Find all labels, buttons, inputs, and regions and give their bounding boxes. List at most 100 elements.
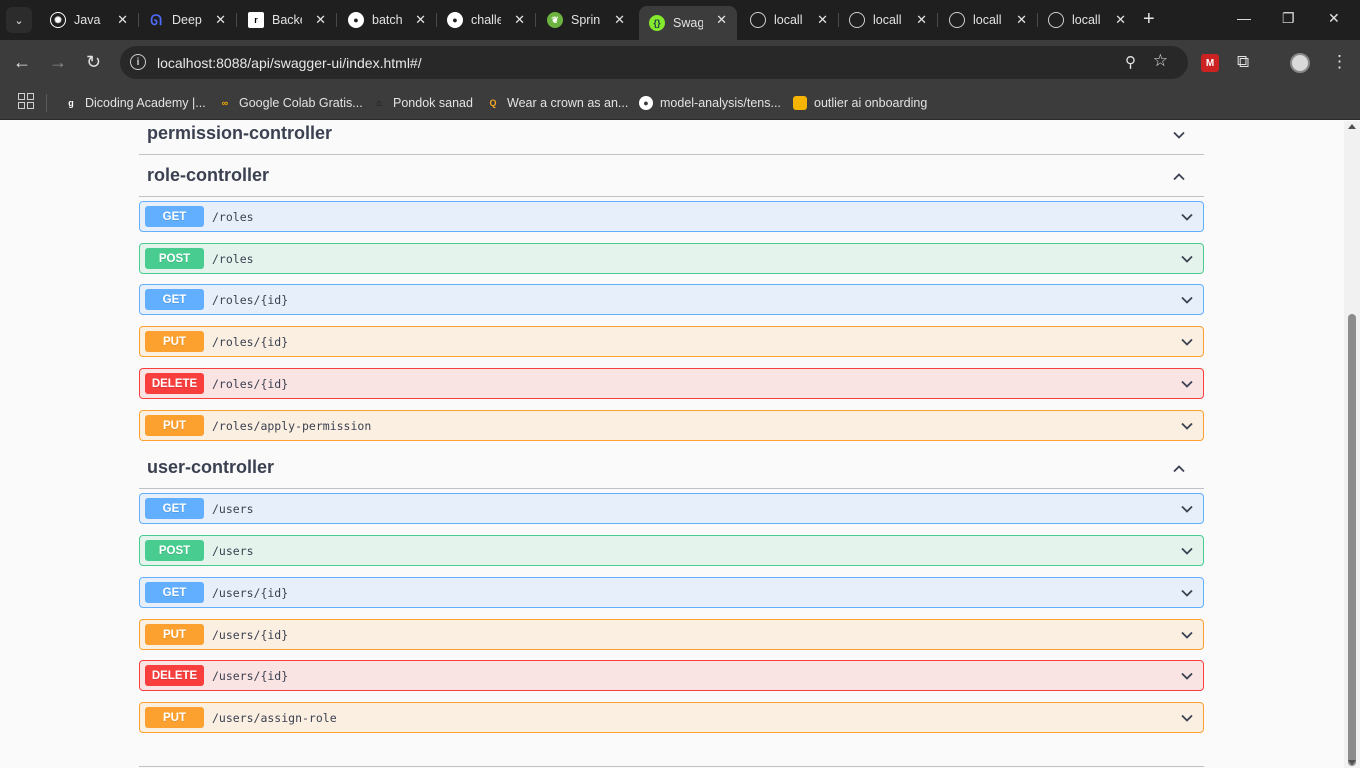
operation-put-role-by-id[interactable]: PUT /roles/{id} [139, 326, 1204, 357]
github-icon: ● [447, 12, 463, 28]
tab-close-icon[interactable]: ✕ [415, 12, 426, 28]
scroll-down-arrow-icon[interactable] [1348, 760, 1356, 765]
bookmark-item[interactable]: outlier ai onboarding [793, 93, 927, 113]
section-divider [139, 766, 1204, 767]
back-arrow-icon[interactable]: ← [13, 52, 31, 73]
method-badge: GET [145, 289, 204, 310]
tab-title: locall [873, 13, 902, 27]
close-window-icon[interactable]: ✕ [1328, 10, 1340, 27]
section-permission-controller[interactable]: permission-controller [139, 121, 1204, 155]
chevron-down-icon[interactable] [1180, 502, 1194, 516]
browser-tab-active[interactable]: {} Swag ✕ [639, 6, 737, 40]
section-user-controller[interactable]: user-controller [139, 453, 1204, 489]
address-bar[interactable]: i localhost:8088/api/swagger-ui/index.ht… [120, 46, 1188, 79]
tab-close-icon[interactable]: ✕ [716, 12, 727, 28]
chevron-down-icon[interactable] [1180, 669, 1194, 683]
chevron-down-icon[interactable] [1180, 628, 1194, 642]
scroll-thumb[interactable] [1348, 314, 1356, 766]
reload-icon[interactable]: ↻ [86, 52, 101, 73]
tab-close-icon[interactable]: ✕ [817, 12, 828, 28]
chevron-down-icon[interactable] [1180, 586, 1194, 600]
method-badge: POST [145, 540, 204, 561]
chevron-down-icon[interactable] [1180, 544, 1194, 558]
tab-close-icon[interactable]: ✕ [916, 12, 927, 28]
apps-grid-icon[interactable] [18, 93, 34, 109]
section-role-controller[interactable]: role-controller [139, 161, 1204, 197]
browser-tab[interactable]: ❦ Sprin ✕ [537, 6, 635, 34]
browser-tab[interactable]: ✺ Java ( ✕ [40, 6, 139, 34]
browser-tab[interactable]: ● challe ✕ [437, 6, 536, 34]
tab-close-icon[interactable]: ✕ [1115, 12, 1126, 28]
tab-search-chevron-icon[interactable]: ⌄ [6, 7, 32, 33]
tab-close-icon[interactable]: ✕ [514, 12, 525, 28]
menu-kebab-icon[interactable]: ⋮ [1331, 52, 1348, 72]
new-tab-plus-icon[interactable]: + [1143, 9, 1155, 29]
tab-title: locall [973, 13, 1002, 27]
github-icon: ● [348, 12, 364, 28]
tab-close-icon[interactable]: ✕ [215, 12, 226, 28]
scroll-up-arrow-icon[interactable] [1348, 124, 1356, 129]
chevron-down-icon[interactable] [1180, 293, 1194, 307]
operation-post-users[interactable]: POST /users [139, 535, 1204, 566]
operation-delete-user-by-id[interactable]: DELETE /users/{id} [139, 660, 1204, 691]
bookmark-star-icon[interactable]: ☆ [1153, 51, 1168, 71]
bookmark-item[interactable]: Q Wear a crown as an... [486, 93, 628, 113]
chevron-down-icon[interactable] [1180, 210, 1194, 224]
extensions-puzzle-icon[interactable]: ⧉ [1237, 52, 1249, 72]
forward-arrow-icon[interactable]: → [49, 52, 67, 73]
bookmark-item[interactable]: ⌂ Pondok sanad [372, 93, 473, 113]
profile-avatar[interactable] [1290, 53, 1310, 73]
colab-icon: ∞ [221, 98, 229, 108]
operation-put-user-by-id[interactable]: PUT /users/{id} [139, 619, 1204, 650]
browser-tab[interactable]: ᘏ Deep ✕ [138, 6, 237, 34]
browser-tab[interactable]: locall ✕ [839, 6, 938, 34]
url-text[interactable]: localhost:8088/api/swagger-ui/index.html… [157, 55, 422, 71]
chevron-down-icon[interactable] [1180, 377, 1194, 391]
browser-tab[interactable]: locall ✕ [939, 6, 1038, 34]
tab-close-icon[interactable]: ✕ [614, 12, 625, 28]
bookmark-item[interactable]: ∞ Google Colab Gratis... [218, 93, 363, 113]
bookmark-label: Google Colab Gratis... [239, 96, 363, 110]
operation-get-role-by-id[interactable]: GET /roles/{id} [139, 284, 1204, 315]
site-info-icon[interactable]: i [130, 54, 146, 70]
tab-strip: ⌄ ✺ Java ( ✕ ᘏ Deep ✕ r Backe ✕ ● batch … [0, 0, 1360, 40]
chevron-down-icon[interactable] [1180, 252, 1194, 266]
operation-post-roles[interactable]: POST /roles [139, 243, 1204, 274]
extension-icon[interactable]: M [1201, 54, 1219, 72]
browser-tab[interactable]: locall ✕ [740, 6, 839, 34]
chevron-down-icon[interactable] [1180, 335, 1194, 349]
tab-close-icon[interactable]: ✕ [315, 12, 326, 28]
tab-close-icon[interactable]: ✕ [1016, 12, 1027, 28]
browser-tab[interactable]: ● batch ✕ [338, 6, 437, 34]
operation-get-users[interactable]: GET /users [139, 493, 1204, 524]
operation-path: /roles/apply-permission [212, 419, 372, 433]
chevron-up-icon[interactable] [1172, 170, 1186, 184]
tab-close-icon[interactable]: ✕ [117, 12, 128, 28]
restore-icon[interactable]: ❐ [1282, 10, 1295, 27]
operation-path: /users/assign-role [212, 711, 337, 725]
operation-path: /users [212, 544, 254, 558]
chevron-down-icon[interactable] [1180, 711, 1194, 725]
zoom-magnifier-icon[interactable]: ⚲ [1125, 53, 1136, 71]
method-badge: DELETE [145, 373, 204, 394]
page-scrollbar[interactable] [1344, 121, 1360, 768]
browser-tab[interactable]: locall ✕ [1038, 6, 1136, 34]
bookmark-item[interactable]: g Dicoding Academy |... [64, 93, 205, 113]
chevron-down-icon[interactable] [1180, 419, 1194, 433]
method-badge: PUT [145, 707, 204, 728]
openai-icon: ✺ [50, 12, 66, 28]
chevron-up-icon[interactable] [1172, 462, 1186, 476]
minimize-icon[interactable]: — [1237, 10, 1251, 26]
operation-get-roles[interactable]: GET /roles [139, 201, 1204, 232]
section-title: role-controller [147, 165, 270, 185]
operation-put-users-assign-role[interactable]: PUT /users/assign-role [139, 702, 1204, 733]
bookmark-item[interactable]: ● model-analysis/tens... [639, 93, 781, 113]
operation-delete-role-by-id[interactable]: DELETE /roles/{id} [139, 368, 1204, 399]
operation-path: /users/{id} [212, 586, 289, 600]
operation-get-user-by-id[interactable]: GET /users/{id} [139, 577, 1204, 608]
swagger-icon: {} [649, 15, 665, 31]
browser-tab[interactable]: r Backe ✕ [238, 6, 337, 34]
chevron-down-icon[interactable] [1172, 128, 1186, 142]
operation-path: /roles/{id} [212, 293, 289, 307]
operation-put-roles-apply-permission[interactable]: PUT /roles/apply-permission [139, 410, 1204, 441]
